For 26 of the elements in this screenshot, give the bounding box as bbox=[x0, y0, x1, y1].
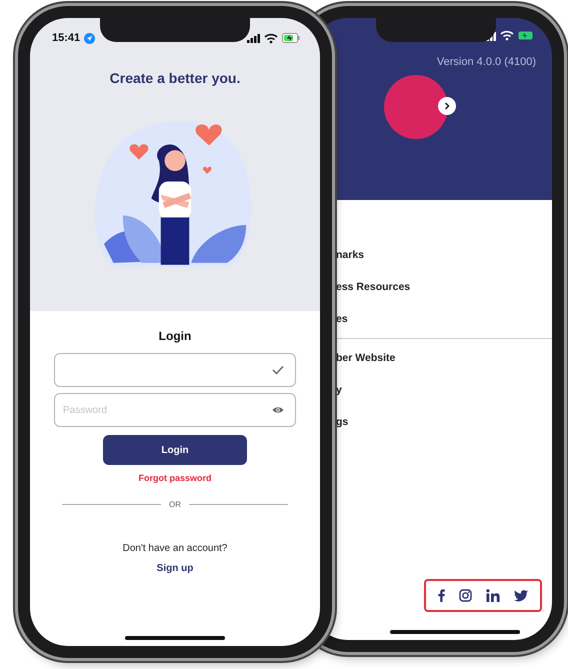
username-field[interactable] bbox=[54, 353, 296, 387]
battery-icon bbox=[518, 31, 534, 40]
twitter-icon[interactable] bbox=[514, 590, 528, 602]
facebook-icon[interactable] bbox=[438, 589, 445, 602]
linkedin-icon[interactable] bbox=[486, 589, 500, 602]
wifi-icon bbox=[500, 30, 514, 41]
menu-item[interactable]: narks bbox=[336, 240, 552, 272]
forgot-password-link[interactable]: Forgot password bbox=[138, 472, 212, 486]
eye-icon[interactable] bbox=[272, 406, 284, 414]
instagram-icon[interactable] bbox=[459, 589, 472, 602]
menu-item[interactable]: ess Resources bbox=[336, 272, 552, 304]
login-button[interactable]: Login bbox=[103, 435, 247, 465]
next-button[interactable] bbox=[438, 96, 456, 114]
signup-prompt: Don't have an account? bbox=[122, 542, 228, 556]
version-label: Version 4.0.0 (4100) bbox=[436, 55, 536, 70]
battery-icon bbox=[282, 33, 300, 43]
login-heading: Login bbox=[158, 328, 192, 345]
location-icon bbox=[84, 32, 96, 44]
status-time: 15:41 bbox=[52, 30, 80, 46]
password-field[interactable]: Password bbox=[54, 393, 296, 427]
menu-item[interactable]: gs bbox=[336, 407, 552, 439]
or-divider-label: OR bbox=[169, 498, 181, 510]
sign-up-link[interactable]: Sign up bbox=[156, 560, 194, 576]
app-title: Create a better you. bbox=[110, 69, 240, 88]
wifi-icon bbox=[264, 32, 278, 44]
chevron-right-icon bbox=[443, 102, 451, 110]
